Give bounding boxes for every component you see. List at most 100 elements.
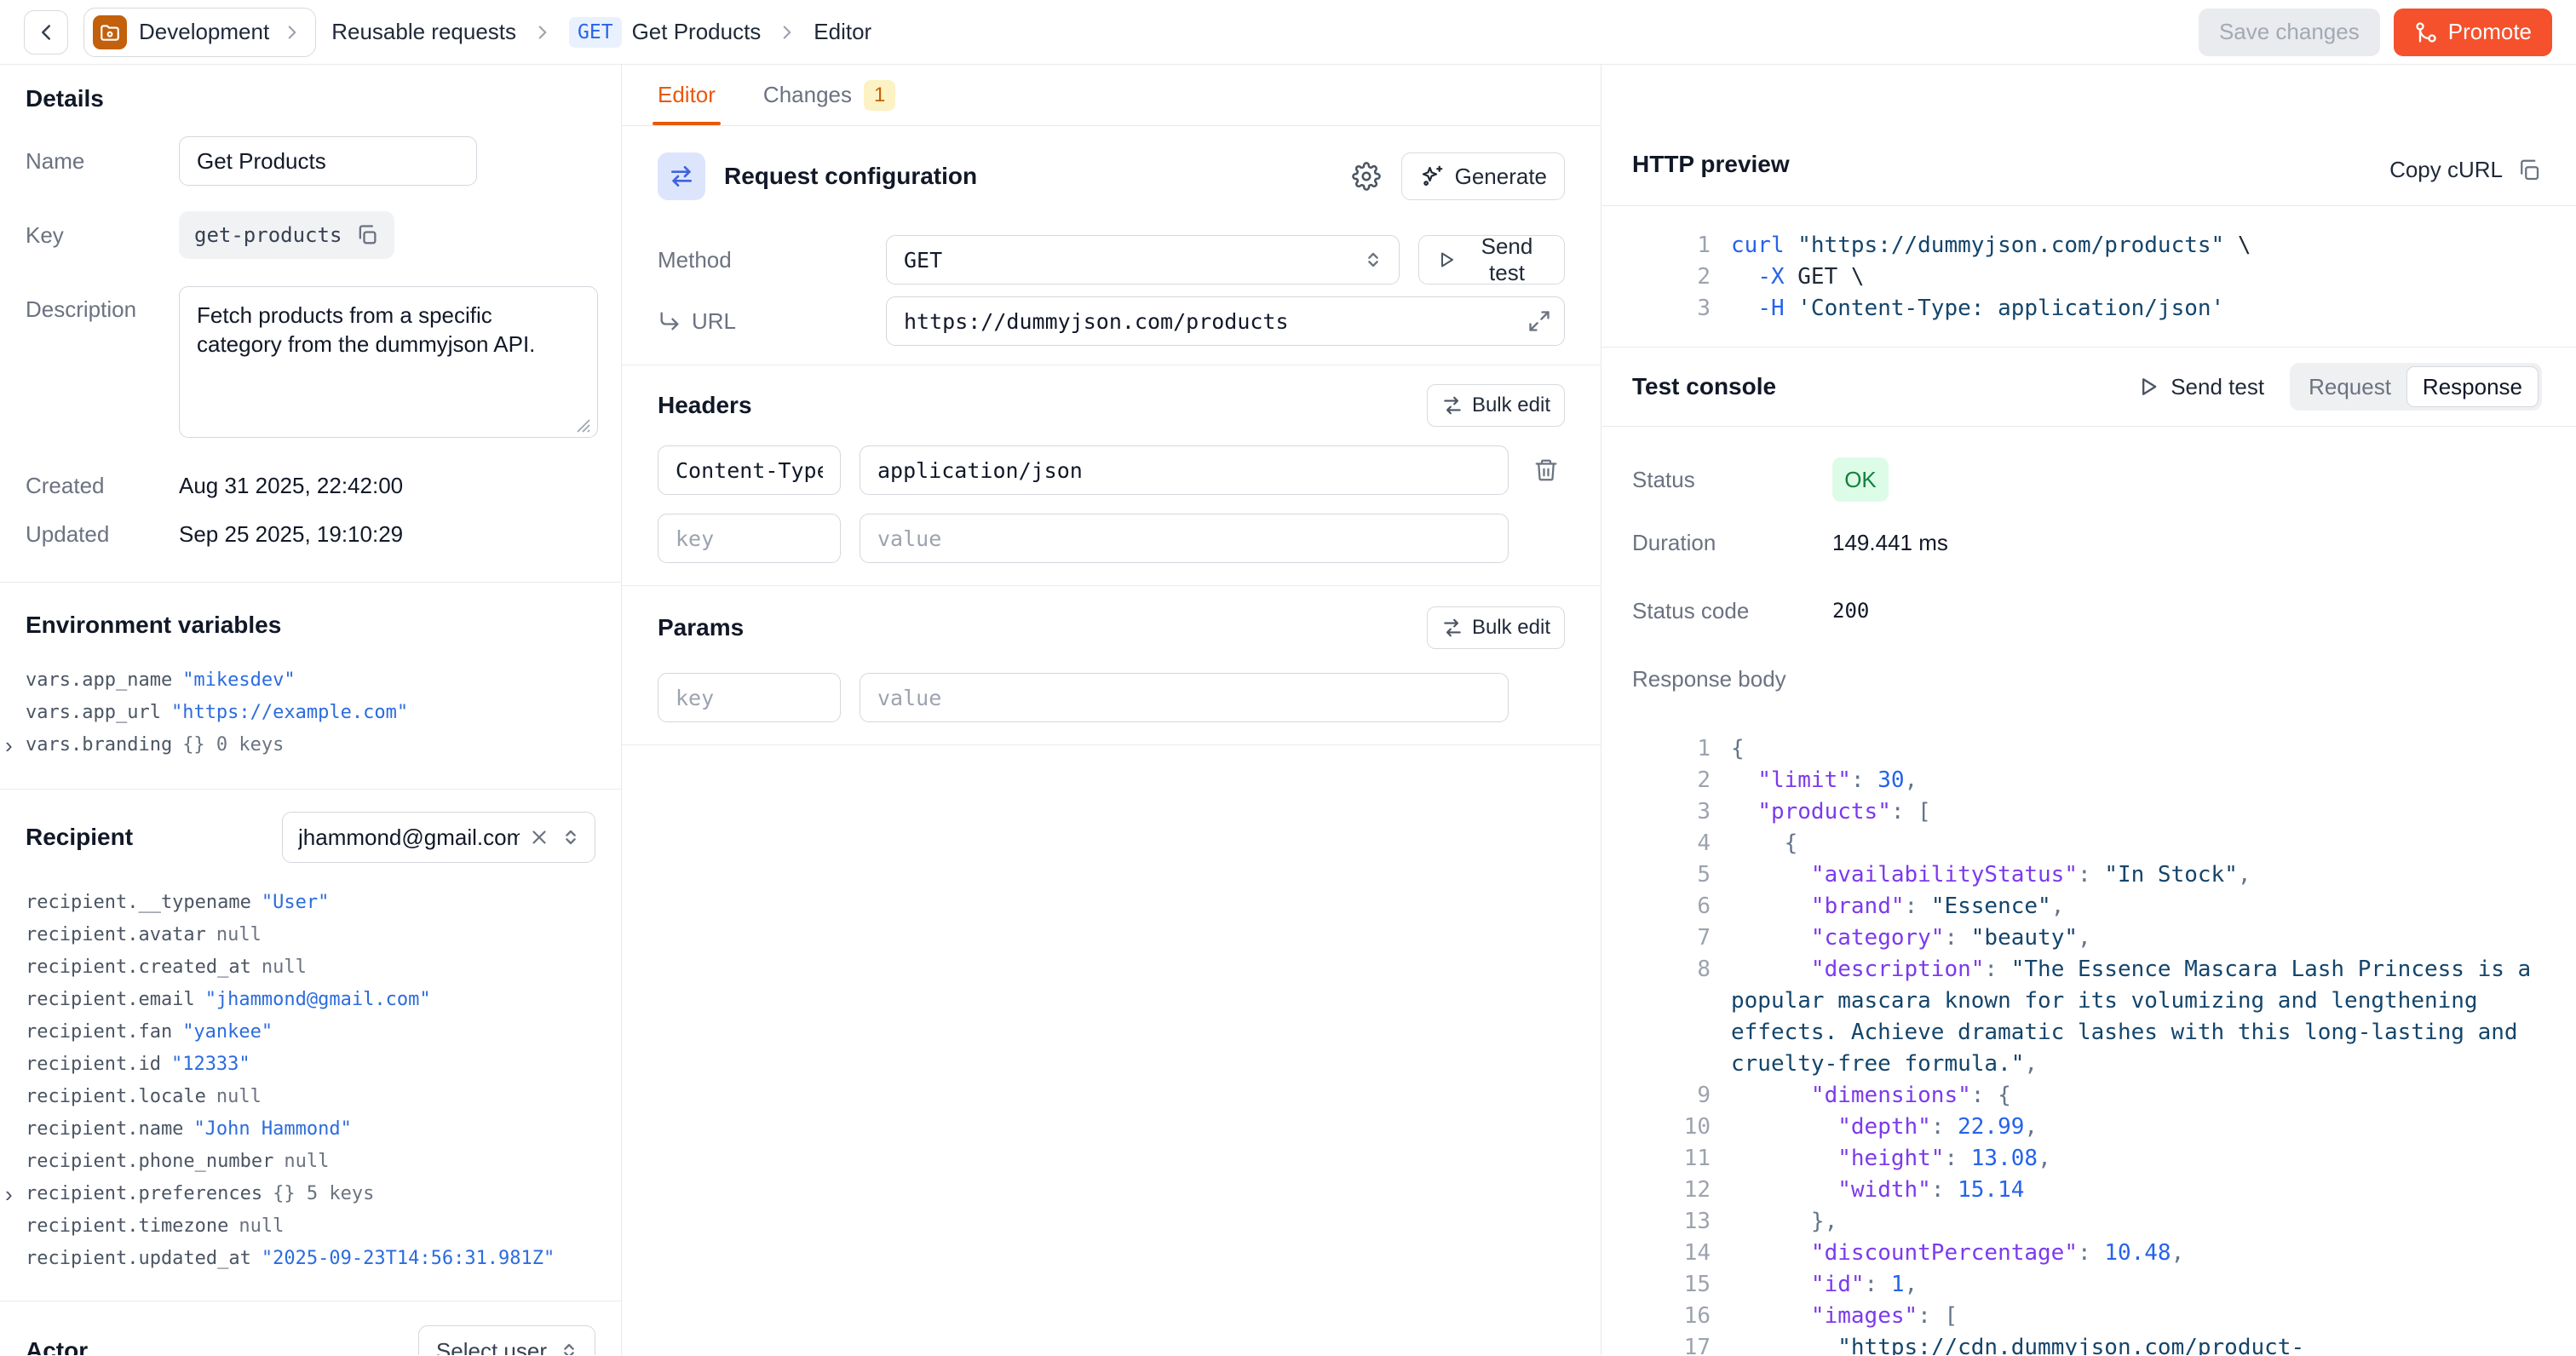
- variable-row: vars.app_url"https://example.com": [26, 697, 595, 729]
- param-new-value-input[interactable]: [860, 673, 1509, 722]
- toggle-request[interactable]: Request: [2293, 366, 2406, 407]
- test-console-header: Test console Send test Request Response: [1601, 348, 2576, 427]
- trash-icon: [1533, 457, 1559, 483]
- settings-button[interactable]: [1352, 162, 1381, 191]
- code-line: 3 "products": [: [1632, 796, 2542, 828]
- code-line: 1curl "https://dummyjson.com/products" \: [1632, 230, 2542, 261]
- expand-chevron-icon[interactable]: ›: [5, 729, 13, 761]
- save-changes-button[interactable]: Save changes: [2199, 9, 2380, 56]
- variable-value: null: [216, 1081, 262, 1113]
- key-row: Key get-products: [26, 211, 595, 259]
- delete-header-button[interactable]: [1527, 457, 1565, 483]
- clear-recipient-icon[interactable]: [528, 826, 550, 848]
- tab-editor[interactable]: Editor: [658, 65, 716, 125]
- line-number: 7: [1632, 922, 1711, 954]
- line-number: 3: [1632, 796, 1711, 828]
- code-line: 2 -X GET \: [1632, 261, 2542, 293]
- created-label: Created: [26, 473, 179, 499]
- param-new-key-input[interactable]: [658, 673, 841, 722]
- line-number: 2: [1632, 765, 1711, 796]
- header-value-input[interactable]: [860, 445, 1509, 495]
- swap-arrows-icon: [1441, 617, 1463, 639]
- duration-value: 149.441 ms: [1832, 530, 2542, 556]
- chevron-updown-icon: [1361, 248, 1385, 272]
- play-icon: [1436, 248, 1457, 272]
- url-input[interactable]: [886, 296, 1565, 346]
- code-line: 17 "https://cdn.dummyjson.com/product-im…: [1632, 1332, 2542, 1355]
- actor-select[interactable]: Select user: [418, 1325, 595, 1355]
- variable-row: recipient.avatarnull: [26, 919, 595, 951]
- recipient-select[interactable]: jhammond@gmail.com: [282, 812, 595, 863]
- breadcrumb-section[interactable]: Reusable requests: [331, 19, 516, 45]
- name-input[interactable]: [179, 136, 477, 186]
- url-label: URL: [658, 308, 867, 335]
- variable-key: recipient.phone_number: [26, 1146, 273, 1178]
- details-sidebar: Details Name Key get-products Descriptio…: [0, 65, 622, 1355]
- expand-chevron-icon[interactable]: ›: [5, 1178, 13, 1210]
- variable-row: ›recipient.preferences{} 5 keys: [26, 1178, 595, 1210]
- variable-key: recipient.fan: [26, 1016, 172, 1049]
- status-code-label: Status code: [1632, 598, 1832, 624]
- toggle-response[interactable]: Response: [2406, 366, 2539, 407]
- variable-value: "yankee": [182, 1016, 273, 1049]
- updated-label: Updated: [26, 521, 179, 548]
- divider: [622, 585, 1601, 586]
- generate-button[interactable]: Generate: [1401, 152, 1565, 200]
- resize-handle-icon[interactable]: [574, 417, 591, 434]
- line-number: 17: [1632, 1332, 1711, 1355]
- tab-changes[interactable]: Changes 1: [763, 65, 895, 125]
- header-new-key-input[interactable]: [658, 514, 841, 563]
- tab-editor-label: Editor: [658, 82, 716, 108]
- request-config-header: Request configuration Generate: [658, 152, 1565, 201]
- breadcrumb-project[interactable]: Development: [83, 8, 316, 57]
- code-line: 3 -H 'Content-Type: application/json': [1632, 293, 2542, 325]
- breadcrumb-request[interactable]: GET Get Products: [569, 17, 761, 48]
- console-send-test-button[interactable]: Send test: [2136, 374, 2264, 400]
- git-merge-icon: [2414, 20, 2438, 44]
- header-new-value-input[interactable]: [860, 514, 1509, 563]
- variable-value: "2025-09-23T14:56:31.981Z": [262, 1243, 555, 1275]
- header-key-input[interactable]: [658, 445, 841, 495]
- line-number: 16: [1632, 1301, 1711, 1332]
- copy-icon: [355, 223, 379, 247]
- env-vars-list: vars.app_name"mikesdev"vars.app_url"http…: [26, 664, 595, 761]
- promote-button[interactable]: Promote: [2394, 9, 2552, 56]
- method-row: Method GET Send test: [658, 235, 1565, 284]
- method-badge: GET: [569, 17, 622, 48]
- status-label: Status: [1632, 467, 1832, 493]
- copy-icon: [2516, 158, 2542, 183]
- description-textarea[interactable]: Fetch products from a specific category …: [179, 286, 598, 438]
- copy-curl-button[interactable]: Copy cURL: [2389, 157, 2542, 183]
- variable-value: "mikesdev": [182, 664, 295, 697]
- description-row: Description Fetch products from a specif…: [26, 286, 595, 442]
- chevron-right-icon: [776, 21, 798, 43]
- divider: [0, 789, 621, 790]
- send-test-button[interactable]: Send test: [1418, 235, 1565, 284]
- copy-key-button[interactable]: [355, 223, 379, 247]
- variable-key: vars.branding: [26, 729, 172, 761]
- play-icon: [2136, 375, 2160, 399]
- code-line: 15 "id": 1,: [1632, 1269, 2542, 1301]
- actor-select-label: Select user: [436, 1338, 547, 1356]
- line-number: 10: [1632, 1112, 1711, 1143]
- expand-url-icon[interactable]: [1527, 309, 1551, 333]
- variable-key: recipient.updated_at: [26, 1243, 251, 1275]
- code-line: 11 "height": 13.08,: [1632, 1143, 2542, 1175]
- response-body-row: Response body: [1632, 662, 2542, 696]
- back-button[interactable]: [24, 10, 68, 55]
- headers-bulk-edit-button[interactable]: Bulk edit: [1427, 384, 1565, 427]
- line-number: 3: [1632, 293, 1711, 325]
- request-config-title: Request configuration: [724, 163, 977, 190]
- name-row: Name: [26, 136, 595, 186]
- params-bulk-edit-button[interactable]: Bulk edit: [1427, 606, 1565, 649]
- code-line: 5 "availabilityStatus": "In Stock",: [1632, 859, 2542, 891]
- line-number: 2: [1632, 261, 1711, 293]
- variable-key: recipient.timezone: [26, 1210, 228, 1243]
- swap-arrows-icon: [658, 152, 705, 200]
- method-select[interactable]: GET: [886, 235, 1400, 284]
- code-line: 6 "brand": "Essence",: [1632, 891, 2542, 922]
- method-value: GET: [904, 248, 1361, 273]
- name-label: Name: [26, 148, 179, 175]
- divider: [0, 582, 621, 583]
- gear-icon: [1352, 162, 1381, 191]
